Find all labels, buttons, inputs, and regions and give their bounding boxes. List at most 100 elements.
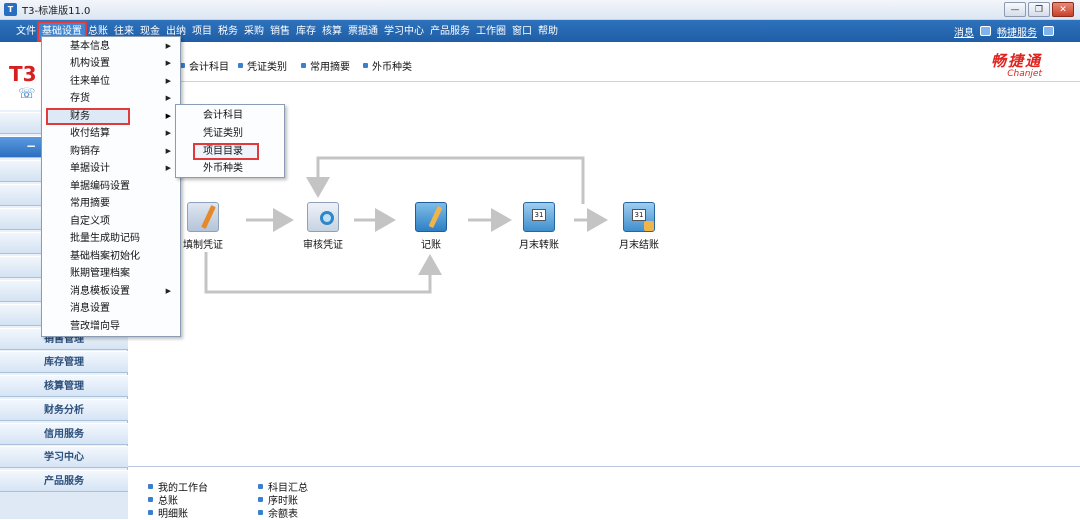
menu-item-payment-terms[interactable]: 账期管理档案 bbox=[42, 265, 180, 282]
link-label: 明细账 bbox=[158, 509, 188, 520]
nav-item-inventory[interactable]: 库存管理 bbox=[0, 351, 128, 373]
submenu-item-chart-of-accounts[interactable]: 会计科目 bbox=[176, 107, 284, 124]
minimize-icon[interactable]: — bbox=[1004, 2, 1026, 17]
menubar-right: 消息 畅捷服务 bbox=[954, 20, 1054, 42]
nav-item-financial-analysis[interactable]: 财务分析 bbox=[0, 399, 128, 421]
finance-submenu: 会计科目 凭证类别 项目目录 外币种类 bbox=[175, 104, 285, 178]
menu-product-services[interactable]: 产品服务 bbox=[427, 23, 473, 40]
messages-link[interactable]: 消息 bbox=[954, 24, 974, 39]
submenu-arrow-icon: ▶ bbox=[165, 129, 171, 137]
flow-month-end-transfer[interactable]: 31 月末转账 bbox=[504, 202, 574, 251]
window-controls: — ❐ ✕ bbox=[1004, 2, 1074, 17]
menu-workspace[interactable]: 工作圈 bbox=[473, 23, 509, 40]
bullet-icon bbox=[363, 63, 368, 68]
menu-help[interactable]: 帮助 bbox=[535, 23, 561, 40]
close-icon[interactable]: ✕ bbox=[1052, 2, 1074, 17]
toolbar-label: 凭证类别 bbox=[247, 62, 287, 73]
nav-item-learning-center[interactable]: 学习中心 bbox=[0, 446, 128, 468]
menu-inventory[interactable]: 库存 bbox=[293, 23, 319, 40]
menu-item-doc-numbering[interactable]: 单据编码设置 bbox=[42, 178, 180, 195]
nav-item-product-services[interactable]: 产品服务 bbox=[0, 470, 128, 492]
link-detail-ledger[interactable]: 明细账 bbox=[148, 505, 188, 520]
bullet-icon bbox=[148, 484, 153, 489]
toolbar-voucher-types[interactable]: 凭证类别 bbox=[238, 58, 287, 73]
submenu-arrow-icon: ▶ bbox=[165, 77, 171, 85]
magnifier-icon bbox=[307, 202, 339, 232]
menu-window[interactable]: 窗口 bbox=[509, 23, 535, 40]
menu-item-common-summary[interactable]: 常用摘要 bbox=[42, 195, 180, 212]
menu-item-basic-info[interactable]: 基本信息 ▶ bbox=[42, 38, 180, 55]
toolbar-chart-of-accounts[interactable]: 会计科目 bbox=[180, 58, 229, 73]
menu-item-message-settings[interactable]: 消息设置 bbox=[42, 300, 180, 317]
submenu-arrow-icon: ▶ bbox=[165, 112, 171, 120]
submenu-arrow-icon: ▶ bbox=[165, 42, 171, 50]
submenu-arrow-icon: ▶ bbox=[165, 164, 171, 172]
menu-item-finance[interactable]: 财务 bbox=[46, 108, 130, 125]
flow-month-end-close[interactable]: 31 月末结账 bbox=[604, 202, 674, 251]
toolbar-label: 常用摘要 bbox=[310, 62, 350, 73]
submenu-arrow-icon: ▶ bbox=[165, 147, 171, 155]
calendar-close-icon: 31 bbox=[623, 202, 655, 232]
menu-project[interactable]: 项目 bbox=[189, 23, 215, 40]
flow-label: 记账 bbox=[421, 240, 441, 251]
monitor-icon[interactable] bbox=[1043, 26, 1054, 36]
title-bar: T T3-标准版11.0 — ❐ ✕ bbox=[0, 0, 1080, 20]
menu-item-batch-mnemonic[interactable]: 批量生成助记码 bbox=[42, 230, 180, 247]
quick-links-panel: 我的工作台 总账 明细账 科目汇总 序时账 余额表 bbox=[128, 466, 1080, 520]
phone-icon: ☏ bbox=[18, 86, 36, 102]
menu-item-org-settings[interactable]: 机构设置 ▶ bbox=[42, 55, 180, 72]
submenu-arrow-icon: ▶ bbox=[165, 59, 171, 67]
brand-cn: 畅捷通 bbox=[990, 52, 1042, 70]
left-bottom-fill bbox=[0, 492, 128, 519]
menu-accounting[interactable]: 核算 bbox=[319, 23, 345, 40]
bullet-icon bbox=[258, 484, 263, 489]
menu-tax[interactable]: 税务 bbox=[215, 23, 241, 40]
menu-item-partners[interactable]: 往来单位 ▶ bbox=[42, 73, 180, 90]
chat-icon bbox=[980, 26, 991, 36]
flow-audit-voucher[interactable]: 审核凭证 bbox=[288, 202, 358, 251]
t3-logo: T3 bbox=[9, 62, 37, 86]
flow-post-ledger[interactable]: 记账 bbox=[396, 202, 466, 251]
app-icon: T bbox=[4, 3, 17, 16]
submenu-arrow-icon: ▶ bbox=[165, 287, 171, 295]
menu-file[interactable]: 文件 bbox=[13, 23, 39, 40]
menu-item-vat-wizard[interactable]: 营改增向导 bbox=[42, 318, 180, 335]
bullet-icon bbox=[301, 63, 306, 68]
toolbar-label: 外币种类 bbox=[372, 62, 412, 73]
calendar-transfer-icon: 31 bbox=[523, 202, 555, 232]
restore-icon[interactable]: ❐ bbox=[1028, 2, 1050, 17]
menu-item-stock[interactable]: 存货 ▶ bbox=[42, 90, 180, 107]
menu-invoice[interactable]: 票据通 bbox=[345, 23, 381, 40]
menu-learning-center[interactable]: 学习中心 bbox=[381, 23, 427, 40]
base-settings-menu: 基本信息 ▶ 机构设置 ▶ 往来单位 ▶ 存货 ▶ 财务 ▶ 收付结算 ▶ 购销存 ▶ 单据… bbox=[41, 36, 181, 337]
menu-item-settlement[interactable]: 收付结算 ▶ bbox=[42, 125, 180, 142]
bullet-icon bbox=[258, 497, 263, 502]
nav-item-accounting[interactable]: 核算管理 bbox=[0, 375, 128, 397]
flow-label: 月末结账 bbox=[619, 240, 659, 251]
toolbar-common-summary[interactable]: 常用摘要 bbox=[301, 58, 350, 73]
submenu-item-voucher-types[interactable]: 凭证类别 bbox=[176, 125, 284, 142]
window-title: T3-标准版11.0 bbox=[22, 6, 91, 17]
submenu-arrow-icon: ▶ bbox=[165, 94, 171, 102]
menu-item-custom-fields[interactable]: 自定义项 bbox=[42, 213, 180, 230]
menu-item-form-design[interactable]: 单据设计 ▶ bbox=[42, 160, 180, 177]
bullet-icon bbox=[148, 510, 153, 515]
voucher-edit-icon bbox=[187, 202, 219, 232]
menu-item-purchase-sales-stock[interactable]: 购销存 ▶ bbox=[42, 143, 180, 160]
service-link[interactable]: 畅捷服务 bbox=[997, 24, 1037, 39]
bullet-icon bbox=[148, 497, 153, 502]
flow-label: 月末转账 bbox=[519, 240, 559, 251]
link-balance-sheet[interactable]: 余额表 bbox=[258, 505, 298, 520]
link-label: 余额表 bbox=[268, 509, 298, 520]
menu-purchase[interactable]: 采购 bbox=[241, 23, 267, 40]
submenu-item-project-catalog[interactable]: 项目目录 bbox=[193, 143, 259, 160]
menu-item-archive-init[interactable]: 基础档案初始化 bbox=[42, 248, 180, 265]
menu-item-message-template[interactable]: 消息模板设置 ▶ bbox=[42, 283, 180, 300]
toolbar-currency-types[interactable]: 外币种类 bbox=[363, 58, 412, 73]
chanjet-brand-logo: 畅捷通 Chanjet bbox=[991, 50, 1042, 79]
bullet-icon bbox=[258, 510, 263, 515]
nav-item-credit-service[interactable]: 信用服务 bbox=[0, 423, 128, 445]
toolbar: 会计科目 凭证类别 常用摘要 外币种类 畅捷通 Chanjet bbox=[128, 42, 1080, 82]
submenu-item-currency-types[interactable]: 外币种类 bbox=[176, 160, 284, 177]
menu-sales[interactable]: 销售 bbox=[267, 23, 293, 40]
